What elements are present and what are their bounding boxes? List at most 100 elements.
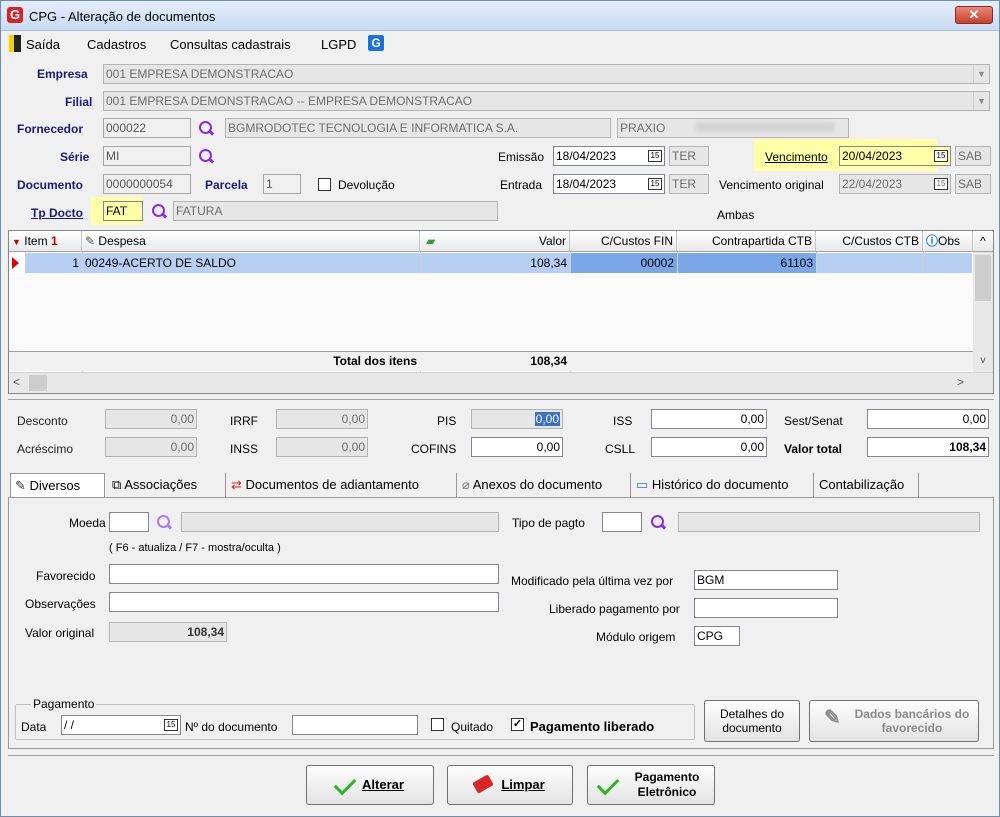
csll-field[interactable]: 0,00 bbox=[651, 437, 767, 457]
scroll-right-button[interactable]: > bbox=[957, 375, 964, 389]
col-ccfin[interactable]: C/Custos FIN bbox=[570, 231, 677, 252]
calendar-icon[interactable]: 15 bbox=[648, 150, 662, 162]
search-tpdocto-icon[interactable] bbox=[151, 203, 167, 219]
scroll-left-button[interactable]: < bbox=[13, 375, 20, 389]
scroll-up-button[interactable]: ^ bbox=[973, 231, 993, 252]
valororiginal-field: 108,34 bbox=[109, 622, 227, 642]
total-value: 108,34 bbox=[530, 354, 567, 368]
pagamento-eletronico-button[interactable]: Pagamento Eletrônico bbox=[587, 765, 715, 805]
exit-icon[interactable] bbox=[9, 35, 21, 52]
items-grid[interactable]: ▼ Item 1 ✎ Despesa ▰ Valor C/Custos FIN C… bbox=[8, 230, 994, 394]
search-tipopagto-icon[interactable] bbox=[650, 514, 666, 530]
entrada-weekday: TER bbox=[669, 174, 709, 194]
parcela-label: Parcela bbox=[205, 178, 248, 192]
pis-field[interactable]: 0,00 bbox=[471, 409, 563, 429]
moeda-field[interactable] bbox=[109, 512, 149, 532]
liberado-label: Liberado pagamento por bbox=[549, 602, 680, 616]
tab-contabilizacao[interactable]: Contabilização bbox=[815, 473, 919, 497]
menu-cadastros[interactable]: Cadastros bbox=[87, 37, 146, 52]
pagliberado-checkbox[interactable]: ✓ bbox=[511, 718, 524, 731]
col-valor[interactable]: ▰ Valor bbox=[420, 231, 570, 252]
calendar-icon[interactable]: 15 bbox=[648, 178, 662, 190]
tab-bar: ✎ Diversos ⧉ Associações ⇄ Documentos de… bbox=[8, 473, 994, 499]
col-despesa[interactable]: ✎ Despesa bbox=[82, 231, 420, 252]
grid-empty-area bbox=[9, 273, 973, 351]
sort-down-icon: ▼ bbox=[12, 237, 21, 247]
transfer-icon: ⇄ bbox=[231, 477, 242, 492]
venc-original-field: 22/04/2023 15 bbox=[839, 174, 951, 194]
sest-field[interactable]: 0,00 bbox=[867, 409, 989, 429]
alterar-button[interactable]: Alterar bbox=[306, 765, 434, 805]
calendar-icon[interactable]: 15 bbox=[934, 150, 948, 162]
search-moeda-icon[interactable] bbox=[156, 514, 172, 530]
vencimento-date-field[interactable]: 20/04/2023 15 bbox=[839, 146, 951, 166]
documento-field[interactable]: 0000000054 bbox=[103, 174, 191, 194]
menu-saida[interactable]: Saída bbox=[26, 37, 60, 52]
row-contrapartida[interactable]: 61103 bbox=[677, 253, 816, 274]
close-button[interactable]: ✕ bbox=[955, 6, 993, 24]
data-field[interactable]: / /15 bbox=[61, 715, 181, 735]
row-item: 1 bbox=[72, 256, 79, 270]
favorecido-field[interactable] bbox=[109, 564, 499, 584]
quitado-checkbox[interactable] bbox=[431, 718, 444, 731]
pencil-icon: ✎ bbox=[824, 707, 841, 729]
col-item[interactable]: ▼ Item 1 bbox=[9, 231, 82, 252]
fornecedor-code-field[interactable]: 000022 bbox=[103, 118, 191, 138]
filial-select[interactable]: 001 EMPRESA DEMONSTRACAO -- EMPRESA DEMO… bbox=[103, 91, 990, 111]
scroll-thumb[interactable] bbox=[975, 255, 991, 301]
cofins-field[interactable]: 0,00 bbox=[471, 437, 563, 457]
empresa-label: Empresa bbox=[37, 67, 88, 81]
col-obs[interactable]: ⓘObs bbox=[923, 231, 973, 252]
col-ccctb[interactable]: C/Custos CTB bbox=[816, 231, 923, 252]
emissao-date-field[interactable]: 18/04/2023 15 bbox=[553, 146, 665, 166]
tipopagto-field[interactable] bbox=[602, 512, 642, 532]
entrada-date-field[interactable]: 18/04/2023 15 bbox=[553, 174, 665, 194]
horizontal-scrollbar[interactable] bbox=[9, 372, 993, 393]
hscroll-thumb[interactable] bbox=[29, 375, 47, 391]
serie-field[interactable]: MI bbox=[103, 146, 191, 166]
vencimento-label: Vencimento bbox=[765, 150, 828, 164]
venc-original-label: Vencimento original bbox=[719, 178, 824, 192]
cofins-label: COFINS bbox=[411, 442, 457, 456]
col-contrapartida[interactable]: Contrapartida CTB bbox=[677, 231, 816, 252]
modificado-field[interactable]: BGM bbox=[694, 570, 838, 590]
row-ccfin[interactable]: 00002 bbox=[570, 253, 677, 274]
tipopagto-desc-field bbox=[678, 512, 980, 532]
inss-label: INSS bbox=[230, 442, 259, 456]
iss-field[interactable]: 0,00 bbox=[651, 409, 767, 429]
calendar-icon: 15 bbox=[934, 178, 948, 190]
search-fornecedor-icon[interactable] bbox=[198, 120, 214, 136]
limpar-button[interactable]: Limpar bbox=[447, 765, 573, 805]
calendar-icon[interactable]: 15 bbox=[164, 719, 178, 731]
app-logo-icon: G bbox=[7, 7, 23, 23]
tab-documentos-adiantamento[interactable]: ⇄ Documentos de adiantamento bbox=[227, 473, 457, 497]
brand-g-icon[interactable]: G bbox=[368, 35, 384, 51]
observacoes-field[interactable] bbox=[109, 592, 499, 612]
fornecedor-name-field: BGMRODOTEC TECNOLOGIA E INFORMATICA S.A. bbox=[225, 118, 611, 138]
scroll-down-button[interactable]: v bbox=[973, 355, 993, 369]
irrf-label: IRRF bbox=[230, 414, 258, 428]
diversos-panel: Moeda Tipo de pagto ( F6 - atualiza / F7… bbox=[8, 497, 994, 749]
parcela-field[interactable]: 1 bbox=[263, 174, 301, 194]
search-serie-icon[interactable] bbox=[198, 148, 214, 164]
emissao-label: Emissão bbox=[498, 150, 545, 164]
liberado-field[interactable] bbox=[694, 598, 838, 618]
tab-anexos[interactable]: ⌀ Anexos do documento bbox=[458, 473, 631, 497]
devolucao-checkbox[interactable] bbox=[318, 178, 331, 191]
tab-associacoes[interactable]: ⧉ Associações bbox=[108, 473, 226, 497]
row-valor: 108,34 bbox=[530, 256, 567, 270]
desconto-label: Desconto bbox=[17, 414, 68, 428]
menu-lgpd[interactable]: LGPD bbox=[321, 37, 356, 52]
empresa-select[interactable]: 001 EMPRESA DEMONSTRACAO ▼ bbox=[103, 64, 990, 84]
dados-bancarios-button[interactable]: ✎ Dados bancários do favorecido bbox=[809, 700, 979, 742]
hint-text: ( F6 - atualiza / F7 - mostra/oculta ) bbox=[109, 542, 281, 554]
detalhes-documento-button[interactable]: Detalhes do documento bbox=[704, 700, 800, 742]
modulo-field[interactable]: CPG bbox=[694, 626, 740, 646]
menu-consultas[interactable]: Consultas cadastrais bbox=[170, 37, 291, 52]
tpdocto-code-field[interactable]: FAT bbox=[103, 201, 143, 221]
row-pointer-icon bbox=[12, 257, 19, 269]
pagliberado-label: Pagamento liberado bbox=[530, 719, 655, 734]
tab-diversos[interactable]: ✎ Diversos bbox=[10, 473, 105, 499]
tab-historico[interactable]: ▭ Histórico do documento bbox=[632, 473, 814, 497]
ndoc-field[interactable] bbox=[292, 715, 418, 735]
